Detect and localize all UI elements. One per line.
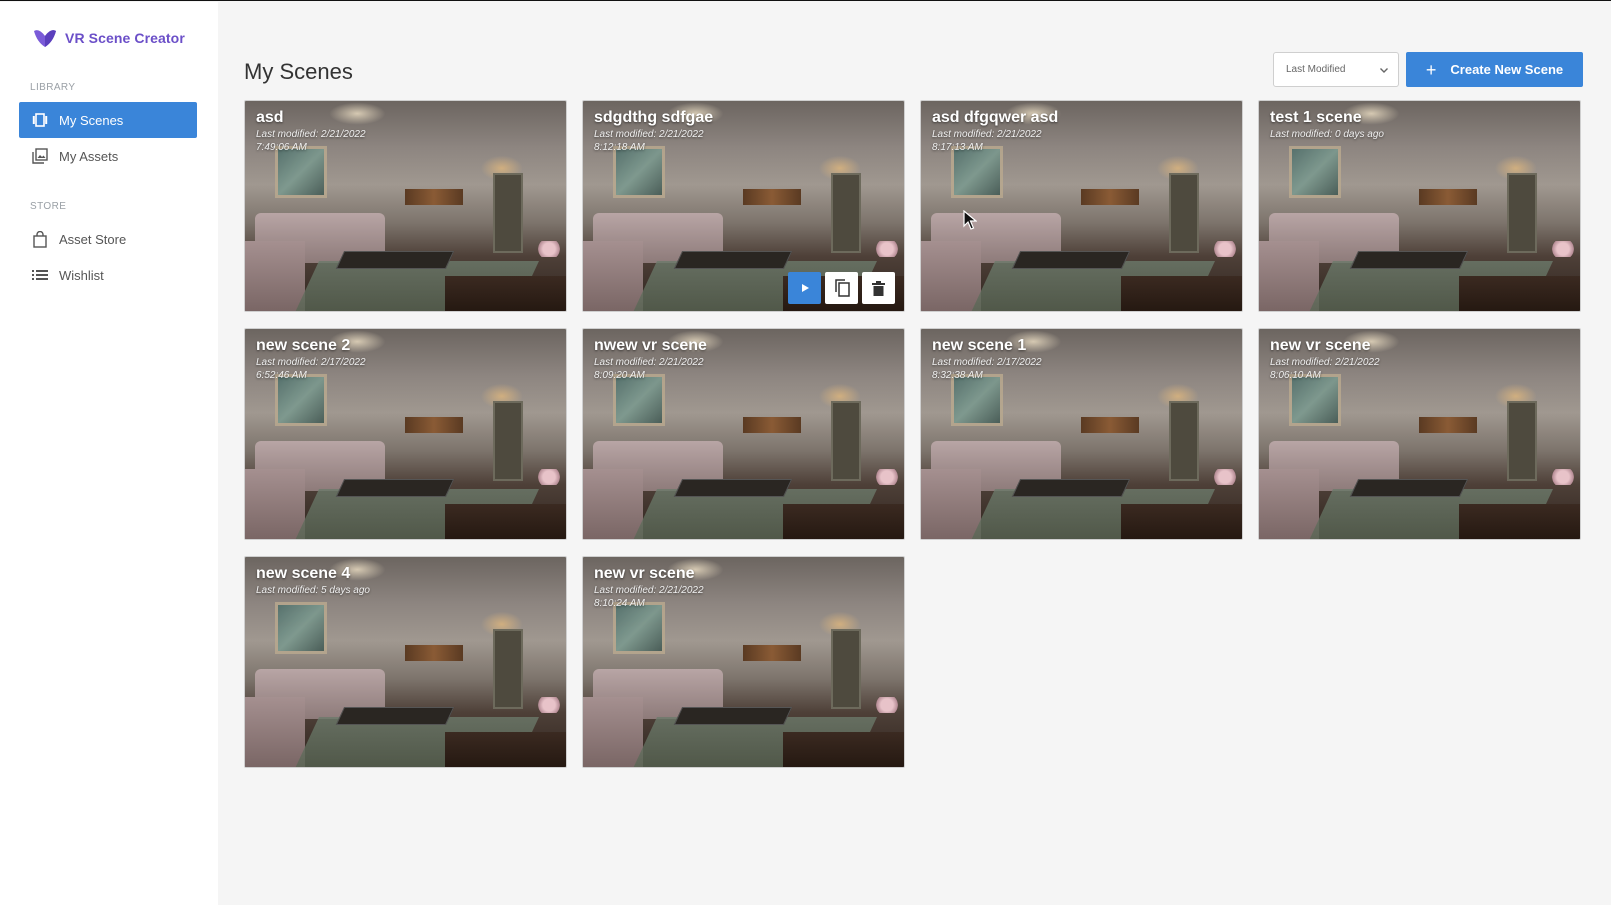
scene-card[interactable]: new scene 4 Last modified: 5 days ago — [244, 556, 567, 768]
scene-modified: Last modified: 2/21/2022 8:17:13 AM — [932, 129, 1042, 153]
section-label-store: STORE — [30, 201, 67, 212]
brand[interactable]: VR Scene Creator — [33, 28, 185, 48]
scene-card[interactable]: asd dfgqwer asd Last modified: 2/21/2022… — [920, 100, 1243, 312]
plus-icon: + — [1425, 59, 1437, 80]
scene-title: new scene 4 — [256, 565, 351, 582]
scene-card[interactable]: new scene 1 Last modified: 2/17/2022 8:32… — [920, 328, 1243, 540]
list-icon — [31, 266, 49, 284]
scene-modified: Last modified: 2/21/2022 8:09:20 AM — [594, 357, 704, 381]
sidebar-item-asset-store[interactable]: Asset Store — [19, 221, 197, 257]
chevron-down-icon — [1380, 68, 1388, 73]
sidebar-item-label: My Scenes — [59, 112, 124, 128]
play-icon — [801, 284, 809, 292]
play-scene-button[interactable] — [788, 272, 821, 304]
shopping-bag-icon — [31, 230, 49, 248]
scene-card[interactable]: sdgdthg sdfgae Last modified: 2/21/2022 8… — [582, 100, 905, 312]
page-title: My Scenes — [244, 59, 353, 84]
create-new-scene-button[interactable]: + Create New Scene — [1406, 52, 1583, 87]
scenes-icon — [31, 111, 49, 129]
scene-modified: Last modified: 2/21/2022 7:49:06 AM — [256, 129, 366, 153]
scene-card[interactable]: new scene 2 Last modified: 2/17/2022 6:52… — [244, 328, 567, 540]
scene-card[interactable]: asd Last modified: 2/21/2022 7:49:06 AM — [244, 100, 567, 312]
assets-icon — [31, 147, 49, 165]
scene-thumbnail — [275, 602, 327, 654]
sidebar: VR Scene Creator LIBRARY My Scenes My As… — [0, 2, 218, 905]
delete-scene-button[interactable] — [862, 272, 895, 304]
scene-modified: Last modified: 2/21/2022 8:12:18 AM — [594, 129, 704, 153]
mouse-cursor-icon — [963, 210, 977, 230]
scene-title: new scene 1 — [932, 337, 1027, 354]
sidebar-item-label: Asset Store — [59, 231, 127, 247]
main-content: My Scenes Last Modified + Create New Sce… — [218, 2, 1611, 905]
scene-thumbnail — [1289, 146, 1341, 198]
copy-icon — [834, 279, 850, 297]
sidebar-item-my-scenes[interactable]: My Scenes — [19, 102, 197, 138]
trash-icon — [872, 280, 885, 296]
scene-title: nwew vr scene — [594, 337, 707, 354]
duplicate-scene-button[interactable] — [825, 272, 858, 304]
scene-modified: Last modified: 2/21/2022 8:10:24 AM — [594, 585, 704, 609]
sort-select-value: Last Modified — [1286, 64, 1346, 75]
scene-title: asd dfgqwer asd — [932, 109, 1059, 126]
create-new-scene-label: Create New Scene — [1450, 62, 1564, 77]
sidebar-item-my-assets[interactable]: My Assets — [19, 138, 197, 174]
scene-modified: Last modified: 2/21/2022 8:06:10 AM — [1270, 357, 1380, 381]
scene-title: new vr scene — [594, 565, 695, 582]
scene-card[interactable]: new vr scene Last modified: 2/21/2022 8:0… — [1258, 328, 1581, 540]
sidebar-item-label: My Assets — [59, 148, 119, 164]
scene-modified: Last modified: 2/17/2022 6:52:46 AM — [256, 357, 366, 381]
sidebar-item-label: Wishlist — [59, 267, 104, 283]
scene-card[interactable]: test 1 scene Last modified: 0 days ago — [1258, 100, 1581, 312]
scene-title: new scene 2 — [256, 337, 351, 354]
sidebar-item-wishlist[interactable]: Wishlist — [19, 257, 197, 293]
scene-title: sdgdthg sdfgae — [594, 109, 714, 126]
scene-modified: Last modified: 5 days ago — [256, 585, 370, 596]
sort-select[interactable]: Last Modified — [1273, 52, 1399, 87]
brand-name: VR Scene Creator — [65, 30, 185, 46]
scene-modified: Last modified: 2/17/2022 8:32:38 AM — [932, 357, 1042, 381]
scene-card[interactable]: new vr scene Last modified: 2/21/2022 8:1… — [582, 556, 905, 768]
scene-actions — [788, 272, 895, 304]
scene-title: asd — [256, 109, 284, 126]
scene-title: test 1 scene — [1270, 109, 1362, 126]
scene-title: new vr scene — [1270, 337, 1371, 354]
scene-card[interactable]: nwew vr scene Last modified: 2/21/2022 8:… — [582, 328, 905, 540]
scene-modified: Last modified: 0 days ago — [1270, 129, 1384, 140]
section-label-library: LIBRARY — [30, 82, 76, 93]
brand-logo-icon — [34, 30, 56, 47]
